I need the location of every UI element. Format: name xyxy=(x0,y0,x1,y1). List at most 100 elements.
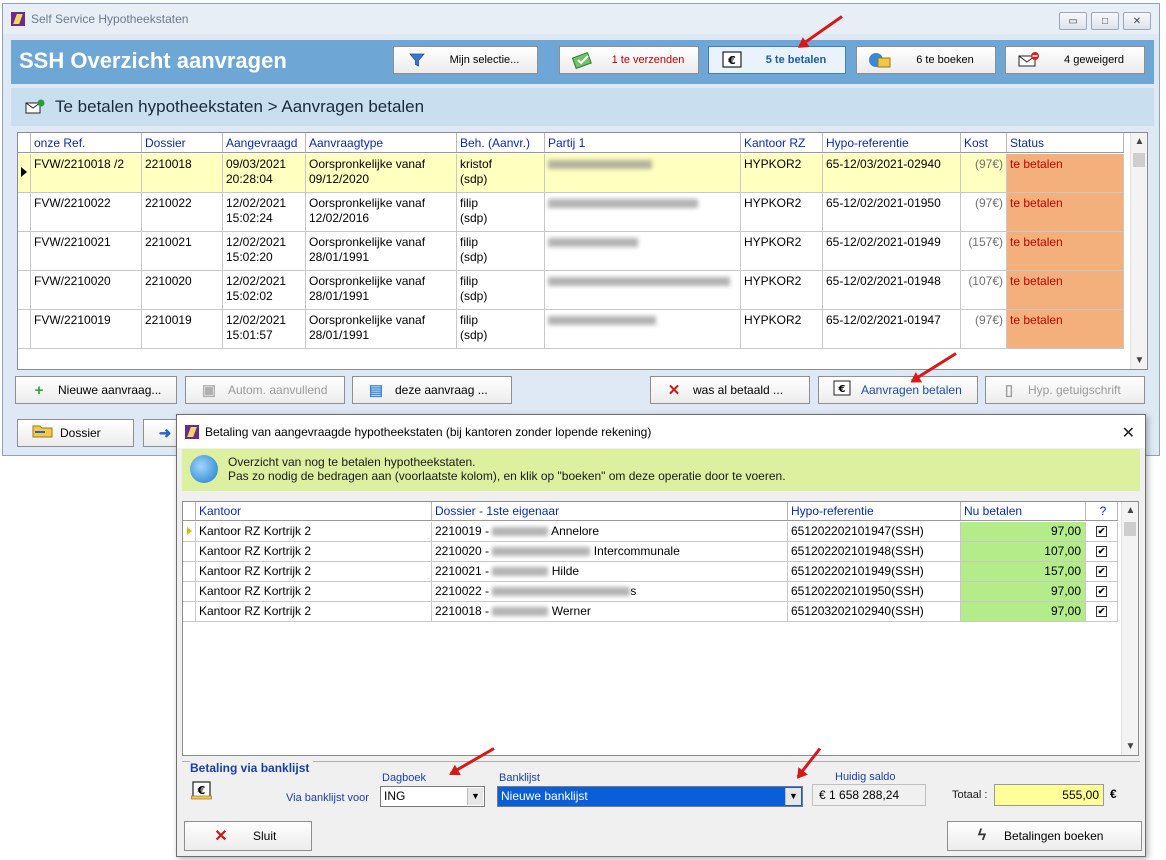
cell-type: Oorspronkelijke vanaf 12/02/2016 xyxy=(306,193,457,231)
col-header[interactable]: Aangevraagd xyxy=(223,133,306,152)
col-header[interactable]: Status xyxy=(1007,133,1124,152)
group-legend: Betaling via banklijst xyxy=(190,761,314,775)
table-row[interactable]: Kantoor RZ Kortrijk 2 2210020 - Intercom… xyxy=(183,542,1118,562)
rejected-button[interactable]: 4 geweigerd xyxy=(1005,46,1145,74)
indicator-header xyxy=(18,133,31,152)
table-row[interactable]: Kantoor RZ Kortrijk 2 2210019 - Annelore… xyxy=(183,522,1118,542)
already-paid-button[interactable]: ✕ was al betaald ... xyxy=(650,376,810,404)
scroll-down-icon[interactable]: ▼ xyxy=(1122,738,1138,755)
cell-party-redacted xyxy=(545,232,741,270)
col-header[interactable]: Beh. (Aanvr.) xyxy=(457,133,545,152)
minimize-button[interactable]: ▭ xyxy=(1059,12,1087,30)
cell-date: 09/03/2021 20:28:04 xyxy=(223,154,306,192)
cell-cost: (97€) xyxy=(961,154,1007,192)
book-icon xyxy=(867,50,893,70)
cell-dossier-owner: 2210018 - Werner xyxy=(432,602,788,621)
col-header[interactable]: Hypo-referentie xyxy=(788,502,961,520)
col-header[interactable]: Kantoor xyxy=(196,502,432,520)
cell-dossier-owner: 2210022 - s xyxy=(432,582,788,601)
close-window-button[interactable]: ✕ xyxy=(1123,12,1151,30)
col-header[interactable]: ? xyxy=(1086,502,1118,520)
cell-date: 12/02/2021 15:02:20 xyxy=(223,232,306,270)
pay-checkbox[interactable]: ✔ xyxy=(1086,602,1118,621)
col-header[interactable]: Dossier - 1ste eigenaar xyxy=(432,502,788,520)
col-header[interactable]: onze Ref. xyxy=(31,133,142,152)
svg-text:€: € xyxy=(838,384,846,395)
amount-input[interactable]: 97,00 xyxy=(961,602,1086,621)
payments-grid[interactable]: Kantoor Dossier - 1ste eigenaar Hypo-ref… xyxy=(182,501,1139,756)
globe-info-icon xyxy=(190,455,218,483)
col-header[interactable]: Nu betalen xyxy=(961,502,1086,520)
pay-checkbox[interactable]: ✔ xyxy=(1086,562,1118,581)
table-row[interactable]: FVW/2210018 /2 2210018 09/03/2021 20:28:0… xyxy=(18,154,1124,193)
cell-office: HYPKOR2 xyxy=(741,271,823,309)
bank-list-select[interactable]: Nieuwe banklijst ▼ xyxy=(497,786,803,807)
pay-requests-button[interactable]: € Aanvragen betalen xyxy=(818,376,978,404)
cell-hypo-ref: 65-12/02/2021-01948 xyxy=(823,271,961,309)
cell-dossier-owner: 2210019 - Annelore xyxy=(432,522,788,541)
book-payments-button[interactable]: ϟ Betalingen boeken xyxy=(947,821,1142,851)
scroll-down-icon[interactable]: ▼ xyxy=(1131,352,1147,369)
amount-input[interactable]: 107,00 xyxy=(961,542,1086,561)
to-pay-button[interactable]: € 5 te betalen xyxy=(708,46,846,74)
cell-cost: (107€) xyxy=(961,271,1007,309)
col-header[interactable]: Kost xyxy=(961,133,1007,152)
row-indicator xyxy=(183,602,196,621)
svg-text:€: € xyxy=(197,784,206,797)
info-line: Pas zo nodig de bedragen aan (voorlaatst… xyxy=(228,469,786,483)
to-send-button[interactable]: 1 te verzenden xyxy=(559,46,699,74)
new-request-button[interactable]: + Nieuwe aanvraag... xyxy=(15,376,177,404)
cell-ref: FVW/2210019 xyxy=(31,310,142,348)
cell-hypo-ref: 65-12/02/2021-01950 xyxy=(823,193,961,231)
pay-checkbox[interactable]: ✔ xyxy=(1086,522,1118,541)
auto-supplement-button[interactable]: ▣ Autom. aanvullend xyxy=(185,376,345,404)
payment-dialog: Betaling van aangevraagde hypotheekstate… xyxy=(176,414,1146,857)
grid-scrollbar[interactable]: ▲ ▼ xyxy=(1121,502,1138,755)
table-row[interactable]: FVW/2210020 2210020 12/02/2021 15:02:02 O… xyxy=(18,271,1124,310)
table-row[interactable]: FVW/2210021 2210021 12/02/2021 15:02:20 O… xyxy=(18,232,1124,271)
col-header[interactable]: Partij 1 xyxy=(545,133,741,152)
scroll-up-icon[interactable]: ▲ xyxy=(1131,133,1147,150)
row-indicator xyxy=(18,271,31,309)
mortgage-certificate-button[interactable]: ▯ Hyp. getuigschrift xyxy=(985,376,1145,404)
table-row[interactable]: Kantoor RZ Kortrijk 2 2210018 - Werner 6… xyxy=(183,602,1118,622)
scroll-up-icon[interactable]: ▲ xyxy=(1122,502,1138,519)
scroll-thumb[interactable] xyxy=(1124,522,1136,536)
row-indicator xyxy=(18,193,31,231)
col-header[interactable]: Kantoor RZ xyxy=(741,133,823,152)
requests-grid[interactable]: onze Ref. Dossier Aangevraagd Aanvraagty… xyxy=(17,132,1148,370)
cell-hypo-ref: 65-12/03/2021-02940 xyxy=(823,154,961,192)
rejected-mail-icon xyxy=(1016,50,1042,70)
mail-money-icon xyxy=(25,99,45,115)
to-book-button[interactable]: 6 te boeken xyxy=(856,46,996,74)
amount-input[interactable]: 97,00 xyxy=(961,582,1086,601)
document-plus-icon: ▣ xyxy=(201,382,217,399)
maximize-button[interactable]: □ xyxy=(1091,12,1119,30)
close-button[interactable]: ✕ Sluit xyxy=(184,821,312,851)
table-row[interactable]: FVW/2210019 2210019 12/02/2021 15:01:57 O… xyxy=(18,310,1124,349)
col-header[interactable]: Aanvraagtype xyxy=(306,133,457,152)
col-header[interactable]: Dossier xyxy=(142,133,223,152)
table-row[interactable]: Kantoor RZ Kortrijk 2 2210021 - Hilde 65… xyxy=(183,562,1118,582)
dossier-button[interactable]: Dossier xyxy=(17,419,134,447)
col-header[interactable]: Hypo-referentie xyxy=(823,133,961,152)
cell-type: Oorspronkelijke vanaf 28/01/1991 xyxy=(306,310,457,348)
pay-checkbox[interactable]: ✔ xyxy=(1086,542,1118,561)
close-icon[interactable]: ✕ xyxy=(1122,423,1135,443)
table-row[interactable]: FVW/2210022 2210022 12/02/2021 15:02:24 O… xyxy=(18,193,1124,232)
journal-select[interactable]: ING ▼ xyxy=(380,786,485,807)
my-selection-button[interactable]: Mijn selectie... xyxy=(393,46,538,74)
pay-checkbox[interactable]: ✔ xyxy=(1086,582,1118,601)
cell-type: Oorspronkelijke vanaf 28/01/1991 xyxy=(306,271,457,309)
grid-scrollbar[interactable]: ▲ ▼ xyxy=(1130,133,1147,369)
cell-status: te betalen xyxy=(1007,271,1124,309)
table-row[interactable]: Kantoor RZ Kortrijk 2 2210022 - s 651202… xyxy=(183,582,1118,602)
scroll-thumb[interactable] xyxy=(1133,153,1145,167)
window-title: Self Service Hypotheekstaten xyxy=(31,12,189,26)
amount-input[interactable]: 97,00 xyxy=(961,522,1086,541)
cell-office: Kantoor RZ Kortrijk 2 xyxy=(196,562,432,581)
cell-type: Oorspronkelijke vanaf 28/01/1991 xyxy=(306,232,457,270)
cell-hypo-ref: 65-12/02/2021-01947 xyxy=(823,310,961,348)
this-request-button[interactable]: ▤ deze aanvraag ... xyxy=(352,376,512,404)
amount-input[interactable]: 157,00 xyxy=(961,562,1086,581)
